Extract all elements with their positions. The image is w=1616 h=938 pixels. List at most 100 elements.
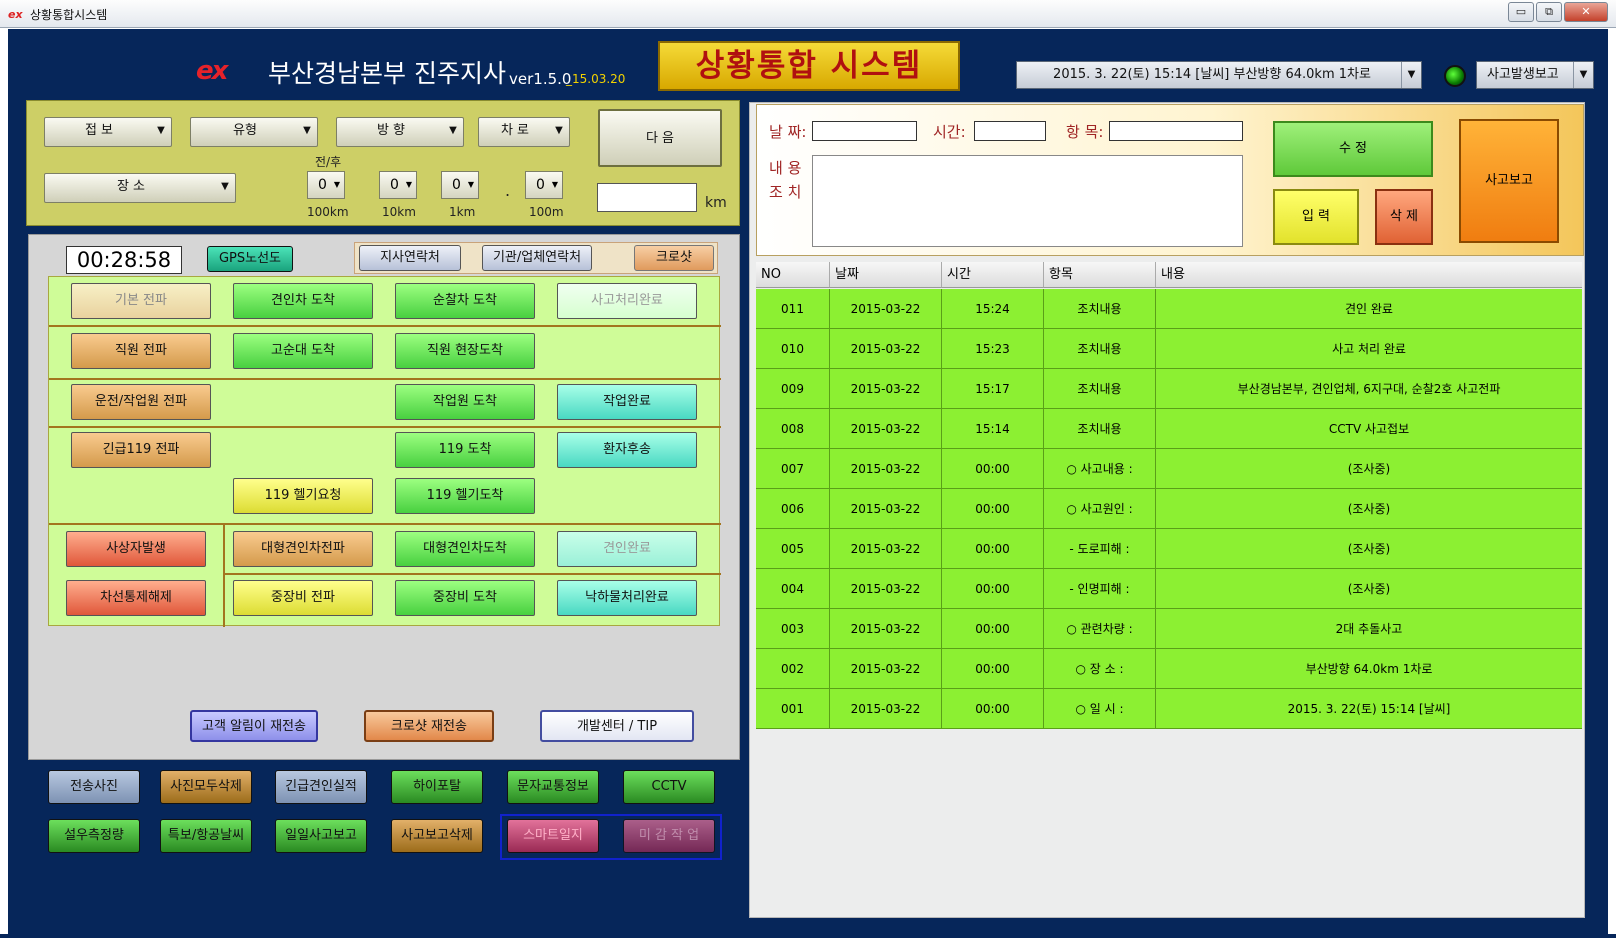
close-button[interactable]: ✕ [1564, 2, 1608, 22]
table-cell: 2015-03-22 [830, 449, 942, 489]
km-label: km [705, 195, 727, 211]
tow-arrival-button[interactable]: 견인차 도착 [233, 283, 373, 319]
accident-done-button[interactable]: 사고처리완료 [557, 283, 697, 319]
smart-log-button[interactable]: 스마트일지 [507, 819, 599, 853]
tow-complete-button[interactable]: 견인완료 [557, 531, 697, 567]
table-cell: 009 [756, 369, 830, 409]
large-tow-arrival-button[interactable]: 대형견인차도착 [395, 531, 535, 567]
crosshot-resend-button[interactable]: 크로샷 재전송 [364, 710, 494, 742]
place-label: 장 소 [116, 179, 146, 194]
sms-traffic-info-button[interactable]: 문자교통정보 [507, 770, 599, 804]
table-row[interactable]: 003 2015-03-22 00:00 ○ 관련차량 : 2대 추돌사고 [756, 609, 1582, 649]
table-cell: 00:00 [942, 689, 1044, 729]
table-row[interactable]: 008 2015-03-22 15:14 조치내용 CCTV 사고접보 [756, 409, 1582, 449]
table-row[interactable]: 007 2015-03-22 00:00 ○ 사고내용 : (조사중) [756, 449, 1582, 489]
maximize-button[interactable]: ⧉ [1536, 2, 1562, 22]
staff-site-arrival-button[interactable]: 직원 현장도착 [395, 333, 535, 369]
table-row[interactable]: 011 2015-03-22 15:24 조치내용 견인 완료 [756, 289, 1582, 329]
digit-10km-select[interactable]: 0 ▼ [379, 171, 417, 199]
table-row[interactable]: 002 2015-03-22 00:00 ○ 장 소 : 부산방향 64.0km 1차로 [756, 649, 1582, 689]
casualty-button[interactable]: 사상자발생 [66, 531, 206, 567]
branch-contact-button[interactable]: 지사연락처 [359, 245, 461, 271]
debris-cleared-button[interactable]: 낙하물처리완료 [557, 580, 697, 616]
lane-select[interactable]: 차 로 ▼ [478, 117, 570, 147]
content-textarea[interactable] [812, 155, 1243, 247]
table-cell: 00:00 [942, 649, 1044, 689]
basic-broadcast-button[interactable]: 기본 전파 [71, 283, 211, 319]
gps-map-button[interactable]: GPS노선도 [207, 246, 293, 272]
table-cell: 부산경남본부, 견인업체, 6지구대, 순찰2호 사고전파 [1237, 382, 1501, 396]
agency-contact-button[interactable]: 기관/업체연락처 [482, 245, 592, 271]
log-input-panel: 날 짜: 시간: 항 목: 내 용 조 치 수 정 입 력 삭 제 사고보고 [756, 104, 1584, 256]
daily-accident-report-button[interactable]: 일일사고보고 [275, 819, 367, 853]
lane-control-release-button[interactable]: 차선통제해제 [66, 580, 206, 616]
table-row[interactable]: 005 2015-03-22 00:00- 도로피해 : (조사중) [756, 529, 1582, 569]
table-cell: 15:23 [942, 329, 1044, 369]
emergency-tow-record-button[interactable]: 긴급견인실적 [275, 770, 367, 804]
sent-photos-button[interactable]: 전송사진 [48, 770, 140, 804]
incident-info-combo[interactable]: 2015. 3. 22(토) 15:14 [날씨] 부산방향 64.0km 1차… [1016, 61, 1422, 89]
chevron-down-icon: ▼ [555, 125, 563, 136]
table-cell: 011 [756, 289, 830, 329]
crosshot-button[interactable]: 크로샷 [634, 245, 714, 271]
unfinished-work-button[interactable]: 미 감 작 업 [623, 819, 715, 853]
119-heli-arrival-button[interactable]: 119 헬기도착 [395, 478, 535, 514]
cctv-button[interactable]: CCTV [623, 770, 715, 804]
highway-team-arrival-button[interactable]: 고순대 도착 [233, 333, 373, 369]
emergency-119-broadcast-button[interactable]: 긴급119 전파 [71, 432, 211, 468]
input-button[interactable]: 입 력 [1273, 189, 1359, 245]
minimize-button[interactable]: ▭ [1508, 2, 1534, 22]
table-row[interactable]: 006 2015-03-22 00:00 ○ 사고원인 : (조사중) [756, 489, 1582, 529]
delete-accident-report-button[interactable]: 사고보고삭제 [391, 819, 483, 853]
large-tow-broadcast-button[interactable]: 대형견인차전파 [233, 531, 373, 567]
heavy-equipment-broadcast-button[interactable]: 중장비 전파 [233, 580, 373, 616]
table-row[interactable]: 009 2015-03-22 15:17 조치내용 부산경남본부, 견인업체, 6지구대… [756, 369, 1582, 409]
direction-select[interactable]: 방 향 ▼ [336, 117, 464, 147]
table-cell: 조치내용 [1044, 329, 1156, 369]
customer-resend-button[interactable]: 고객 알림이 재전송 [190, 710, 318, 742]
digit-1km-select[interactable]: 0 ▼ [441, 171, 479, 199]
next-button[interactable]: 다 음 [598, 109, 722, 167]
table-cell: 2015-03-22 [830, 569, 942, 609]
119-heli-request-button[interactable]: 119 헬기요청 [233, 478, 373, 514]
time-input[interactable] [974, 121, 1046, 141]
table-row[interactable]: 004 2015-03-22 00:00- 인명피해 : (조사중) [756, 569, 1582, 609]
table-cell: 2015-03-22 [830, 529, 942, 569]
delete-button[interactable]: 삭 제 [1375, 189, 1433, 245]
119-arrival-button[interactable]: 119 도착 [395, 432, 535, 468]
table-cell: (조사중) [1347, 582, 1391, 596]
type-select[interactable]: 유형 ▼ [190, 117, 318, 147]
staff-broadcast-button[interactable]: 직원 전파 [71, 333, 211, 369]
snowfall-measure-button[interactable]: 설우측정량 [48, 819, 140, 853]
unit-1km: 1km [449, 205, 476, 219]
table-cell: 005 [756, 529, 830, 569]
item-input[interactable] [1109, 121, 1243, 141]
table-cell: 2015-03-22 [830, 369, 942, 409]
worker-arrival-button[interactable]: 작업원 도착 [395, 384, 535, 420]
patrol-arrival-button[interactable]: 순찰차 도착 [395, 283, 535, 319]
grid-divider [49, 378, 721, 380]
table-row[interactable]: 001 2015-03-22 00:00 ○ 일 시 : 2015. 3. 22(토) … [756, 689, 1582, 729]
digit-100m-select[interactable]: 0 ▼ [525, 171, 563, 199]
devcenter-tip-button[interactable]: 개발센터 / TIP [540, 710, 694, 742]
delete-all-photos-button[interactable]: 사진모두삭제 [160, 770, 252, 804]
table-row[interactable]: 010 2015-03-22 15:23 조치내용 사고 처리 완료 [756, 329, 1582, 369]
date-input[interactable] [812, 121, 917, 141]
chevron-down-icon: ▼ [221, 181, 229, 192]
table-cell: (조사중) [1347, 542, 1391, 556]
jeopbo-select[interactable]: 접 보 ▼ [44, 117, 172, 147]
driver-worker-broadcast-button[interactable]: 운전/작업원 전파 [71, 384, 211, 420]
warning-aviation-weather-button[interactable]: 특보/항공날씨 [160, 819, 252, 853]
chevron-down-icon: ▼ [1401, 62, 1421, 88]
work-complete-button[interactable]: 작업완료 [557, 384, 697, 420]
elapsed-timer: 00:28:58 [66, 246, 182, 274]
accident-report-button[interactable]: 사고보고 [1459, 119, 1559, 243]
patient-transport-button[interactable]: 환자후송 [557, 432, 697, 468]
report-type-combo[interactable]: 사고발생보고 ▼ [1476, 61, 1594, 89]
hiportal-button[interactable]: 하이포탈 [391, 770, 483, 804]
edit-button[interactable]: 수 정 [1273, 121, 1433, 177]
km-input[interactable] [597, 183, 697, 212]
digit-100km-select[interactable]: 0 ▼ [307, 171, 345, 199]
place-select[interactable]: 장 소 ▼ [44, 173, 236, 203]
heavy-equipment-arrival-button[interactable]: 중장비 도착 [395, 580, 535, 616]
